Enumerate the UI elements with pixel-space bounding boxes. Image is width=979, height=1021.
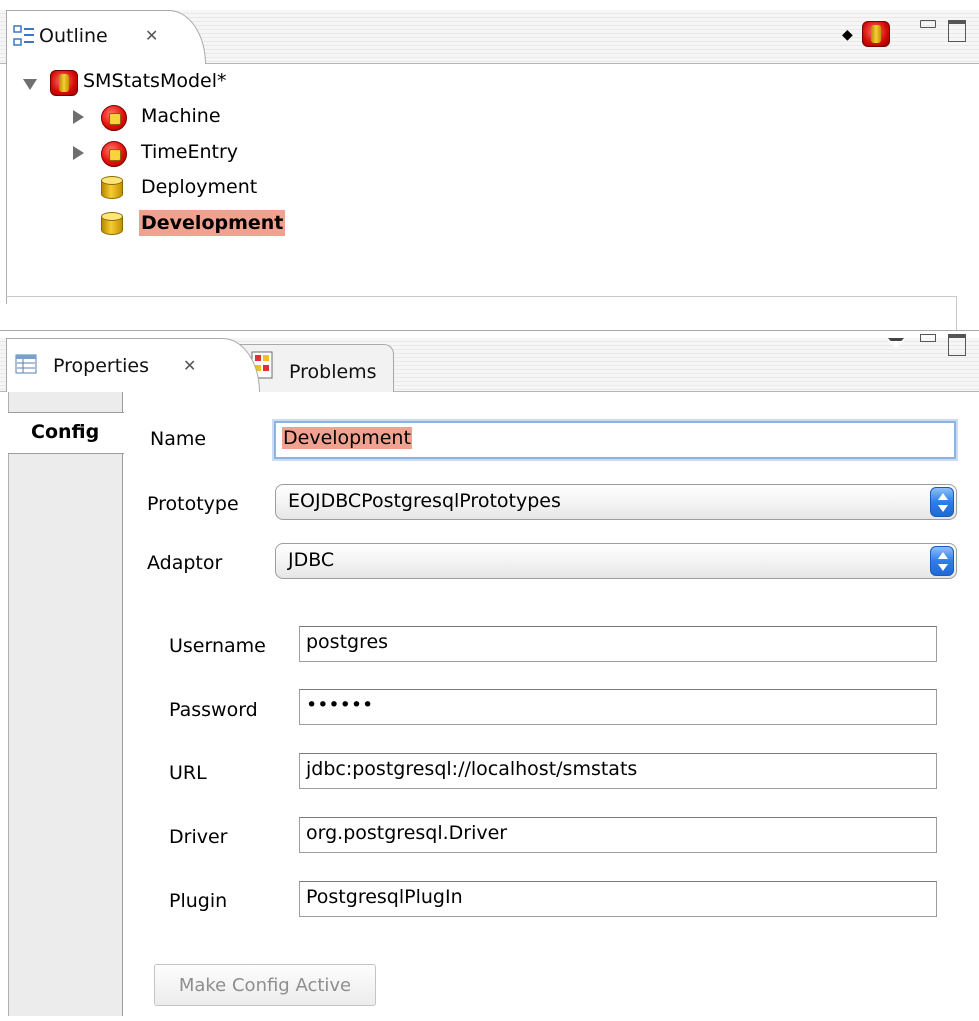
close-icon[interactable]: ✕ xyxy=(183,356,196,375)
tree-item-label-selected: Development xyxy=(139,210,286,236)
minimize-icon[interactable] xyxy=(920,20,936,28)
tab-problems-label: Problems xyxy=(289,361,377,383)
outline-left-border xyxy=(6,64,7,304)
select-arrows-icon xyxy=(930,546,954,576)
side-tab-strip xyxy=(8,392,123,1021)
url-label: URL xyxy=(169,762,207,784)
view-menu-icon-inner xyxy=(888,341,904,348)
model-icon[interactable] xyxy=(862,21,890,47)
database-icon xyxy=(101,176,123,202)
tree-item-label: TimeEntry xyxy=(141,141,239,163)
driver-field[interactable]: org.postgresql.Driver xyxy=(299,817,937,853)
prototype-select-value: EOJDBCPostgresqlPrototypes xyxy=(288,490,561,512)
tab-properties[interactable]: Properties ✕ xyxy=(6,338,260,392)
minimize-icon[interactable] xyxy=(920,334,936,342)
tab-outline[interactable]: Outline ✕ xyxy=(6,10,206,64)
adaptor-label: Adaptor xyxy=(147,552,223,574)
username-label: Username xyxy=(169,635,266,657)
prototype-label: Prototype xyxy=(147,493,239,515)
tree-item-label: Deployment xyxy=(141,176,258,198)
maximize-icon[interactable] xyxy=(948,20,966,42)
make-config-active-button[interactable]: Make Config Active xyxy=(154,964,376,1006)
properties-icon xyxy=(15,354,37,374)
driver-field-value: org.postgresql.Driver xyxy=(306,822,508,844)
tree-item-smstatsmodel[interactable]: SMStatsModel* xyxy=(0,66,400,102)
select-arrows-icon xyxy=(930,487,954,517)
password-label: Password xyxy=(169,699,258,721)
twisty-collapsed-icon[interactable] xyxy=(73,110,84,124)
maximize-icon[interactable] xyxy=(948,334,966,356)
name-field-value: Development xyxy=(282,427,412,449)
plugin-label: Plugin xyxy=(169,890,228,912)
side-tab-config[interactable]: Config xyxy=(8,412,124,454)
close-icon[interactable]: ✕ xyxy=(145,26,158,45)
name-field[interactable]: Development xyxy=(274,421,956,459)
outline-corner xyxy=(956,296,957,330)
tree-item-timeentry[interactable]: TimeEntry xyxy=(0,137,400,173)
url-field-value: jdbc:postgresql://localhost/smstats xyxy=(306,758,638,780)
outline-view: Outline ✕ ◆ SMStatsModel* Machine TimeEn… xyxy=(0,0,979,334)
twisty-expanded-icon[interactable] xyxy=(23,79,37,90)
properties-tab-bar: Problems Properties ✕ xyxy=(0,334,979,392)
tree-item-development[interactable]: Development xyxy=(0,208,400,244)
twisty-collapsed-icon[interactable] xyxy=(73,146,84,160)
outline-bottom-rule xyxy=(0,330,979,331)
adaptor-select-value: JDBC xyxy=(288,549,335,571)
outline-bottom-border xyxy=(6,296,956,297)
password-field[interactable]: •••••• xyxy=(299,689,937,725)
username-field[interactable]: postgres xyxy=(299,626,937,662)
tree-item-label: Machine xyxy=(141,105,221,127)
tree-item-machine[interactable]: Machine xyxy=(0,101,400,137)
tree-item-label: SMStatsModel* xyxy=(83,70,227,92)
adaptor-select[interactable]: JDBC xyxy=(275,543,957,579)
prototype-select[interactable]: EOJDBCPostgresqlPrototypes xyxy=(275,484,957,520)
username-field-value: postgres xyxy=(306,631,389,653)
password-field-value: •••••• xyxy=(306,694,374,716)
driver-label: Driver xyxy=(169,826,228,848)
bottom-edge xyxy=(0,1016,979,1021)
plugin-field-value: PostgresqlPlugIn xyxy=(306,886,463,908)
outline-tab-bar: Outline ✕ ◆ xyxy=(0,10,979,64)
link-icon[interactable]: ◆ xyxy=(842,27,853,43)
entity-icon xyxy=(101,141,127,167)
url-field[interactable]: jdbc:postgresql://localhost/smstats xyxy=(299,753,937,789)
outline-icon xyxy=(13,25,34,46)
database-icon xyxy=(101,212,123,238)
name-label: Name xyxy=(150,428,207,450)
side-tab-config-label: Config xyxy=(31,421,100,443)
plugin-field[interactable]: PostgresqlPlugIn xyxy=(299,881,937,917)
tab-outline-label: Outline xyxy=(39,25,108,47)
model-icon xyxy=(50,70,78,96)
tree-item-deployment[interactable]: Deployment xyxy=(0,172,400,208)
tab-properties-label: Properties xyxy=(53,355,150,377)
entity-icon xyxy=(101,105,127,131)
